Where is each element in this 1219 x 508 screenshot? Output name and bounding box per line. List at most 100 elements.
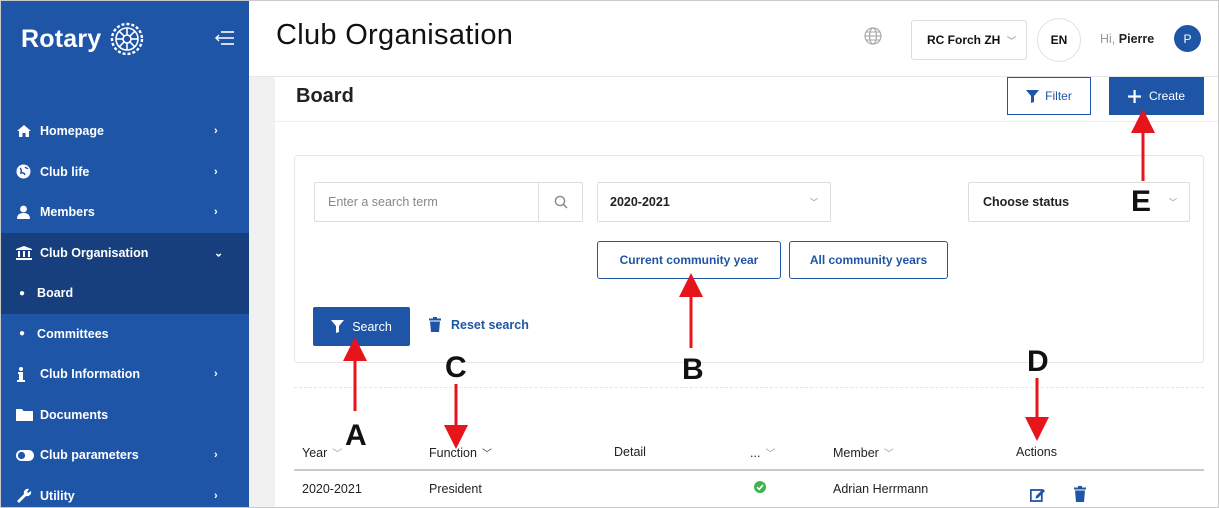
chevron-right-icon: ›	[214, 489, 218, 502]
chevron-down-icon: ﹀	[765, 449, 776, 460]
sidebar-item-utility[interactable]: Utility ›	[1, 476, 249, 508]
globe-icon	[16, 164, 36, 180]
globe-icon[interactable]	[863, 26, 883, 46]
sidebar-item-label: Board	[37, 286, 74, 301]
main-content: Board Filter Create 2020-2021 ﹀ Choose s…	[275, 77, 1218, 507]
sidebar-item-board[interactable]: ● Board	[1, 273, 249, 314]
wrench-icon	[16, 488, 36, 504]
sidebar-item-label: Documents	[40, 407, 109, 422]
trash-icon[interactable]	[1074, 486, 1086, 505]
app-window: Rotary Homepage › Club life › Members › …	[0, 0, 1219, 508]
sidebar-item-club-parameters[interactable]: Club parameters ›	[1, 435, 249, 476]
column-header-detail: Detail	[614, 445, 646, 459]
search-input[interactable]	[315, 183, 538, 221]
chevron-down-icon: ﹀	[883, 449, 894, 460]
sidebar-item-label: Club parameters	[40, 448, 139, 463]
table-header: Year ﹀ Function ﹀ Detail ... ﹀ Member ﹀ …	[294, 437, 1204, 471]
search-button[interactable]: Search	[313, 307, 410, 346]
page-title: Club Organisation	[276, 19, 514, 51]
annotation-a: A	[345, 419, 367, 452]
top-header: Club Organisation RC Forch ZH ﹀ EN Hi, P…	[249, 1, 1218, 77]
sidebar-item-label: Homepage	[40, 124, 104, 139]
chevron-right-icon: ›	[214, 368, 218, 381]
sidebar-nav: Homepage › Club life › Members › Club Or…	[1, 111, 249, 508]
content-gutter	[249, 77, 275, 507]
search-box	[314, 182, 583, 222]
column-header-function[interactable]: Function ﹀	[429, 445, 492, 461]
sidebar-item-label: Committees	[37, 326, 109, 341]
edit-icon[interactable]	[1029, 487, 1046, 505]
bullet-icon: ●	[19, 328, 26, 340]
plus-icon	[1127, 89, 1141, 103]
logo-bar: Rotary	[1, 1, 249, 77]
sidebar-item-club-organisation[interactable]: Club Organisation ⌄	[1, 232, 249, 273]
chevron-down-icon: ﹀	[1169, 198, 1177, 207]
user-name: Pierre	[1118, 32, 1155, 46]
trash-icon	[429, 317, 441, 332]
table-row: 2020-2021 President Adrian Herrmann	[294, 473, 1204, 507]
year-select-value: 2020-2021	[610, 195, 670, 209]
search-icon-button[interactable]	[538, 183, 582, 221]
home-icon	[16, 123, 36, 139]
column-label: Function	[429, 445, 477, 460]
reset-search-link[interactable]: Reset search	[429, 317, 529, 332]
folder-icon	[16, 407, 36, 423]
sidebar-item-committees[interactable]: ● Committees	[1, 313, 249, 354]
sidebar-item-members[interactable]: Members ›	[1, 192, 249, 233]
divider	[294, 387, 1204, 388]
institution-icon	[16, 245, 36, 261]
chevron-right-icon: ›	[214, 125, 218, 138]
chevron-right-icon: ›	[214, 449, 218, 462]
filter-button-label: Filter	[1045, 89, 1072, 103]
annotation-d: D	[1027, 345, 1049, 378]
sidebar-item-label: Members	[40, 205, 95, 220]
column-header-member[interactable]: Member ﹀	[833, 445, 894, 461]
annotation-e: E	[1131, 185, 1152, 218]
club-select-value: RC Forch ZH	[927, 33, 1001, 47]
chevron-down-icon: ⌄	[214, 247, 224, 260]
sidebar-item-label: Club life	[40, 164, 90, 179]
menu-toggle-icon[interactable]	[215, 29, 235, 47]
search-filter-card: 2020-2021 ﹀ Choose status ﹀ Current comm…	[294, 155, 1204, 363]
sidebar-item-club-information[interactable]: Club Information ›	[1, 354, 249, 395]
annotation-c: C	[445, 351, 467, 384]
create-button[interactable]: Create	[1109, 77, 1204, 115]
info-icon	[16, 366, 36, 382]
section-title: Board	[296, 85, 354, 107]
user-greeting[interactable]: Hi, Pierre	[1100, 32, 1154, 46]
filter-button[interactable]: Filter	[1007, 77, 1091, 115]
toggle-icon	[16, 447, 36, 463]
column-header-year[interactable]: Year ﹀	[302, 445, 343, 461]
all-community-years-button[interactable]: All community years	[789, 241, 948, 279]
cell-function: President	[429, 482, 482, 496]
sidebar-item-label: Utility	[40, 488, 75, 503]
greeting-prefix: Hi,	[1100, 32, 1116, 46]
create-button-label: Create	[1148, 89, 1186, 103]
avatar[interactable]: P	[1174, 25, 1201, 52]
sidebar-item-club-life[interactable]: Club life ›	[1, 152, 249, 193]
section-divider	[275, 121, 1218, 122]
column-label: Detail	[614, 445, 646, 459]
search-icon	[554, 195, 568, 209]
reset-search-label: Reset search	[451, 317, 529, 332]
column-header-actions: Actions	[1016, 445, 1057, 459]
sidebar-item-documents[interactable]: Documents	[1, 395, 249, 436]
language-switcher[interactable]: EN	[1037, 18, 1081, 62]
cell-year: 2020-2021	[302, 482, 362, 496]
chevron-down-icon: ﹀	[332, 449, 343, 460]
club-select[interactable]: RC Forch ZH ﹀	[911, 20, 1027, 60]
current-community-year-button[interactable]: Current community year	[597, 241, 781, 279]
column-label: Actions	[1016, 445, 1057, 459]
filter-icon	[1026, 89, 1040, 103]
sidebar-item-label: Club Organisation	[40, 245, 149, 260]
year-select[interactable]: 2020-2021 ﹀	[597, 182, 831, 222]
column-header-status[interactable]: ... ﹀	[750, 445, 776, 461]
sidebar: Rotary Homepage › Club life › Members › …	[1, 1, 249, 508]
sidebar-item-homepage[interactable]: Homepage ›	[1, 111, 249, 152]
sidebar-item-label: Club Information	[40, 367, 140, 382]
column-label: ...	[750, 445, 761, 460]
user-icon	[16, 204, 36, 220]
chevron-down-icon: ﹀	[1006, 36, 1016, 46]
column-label: Year	[302, 445, 328, 460]
status-select[interactable]: Choose status ﹀	[968, 182, 1190, 222]
